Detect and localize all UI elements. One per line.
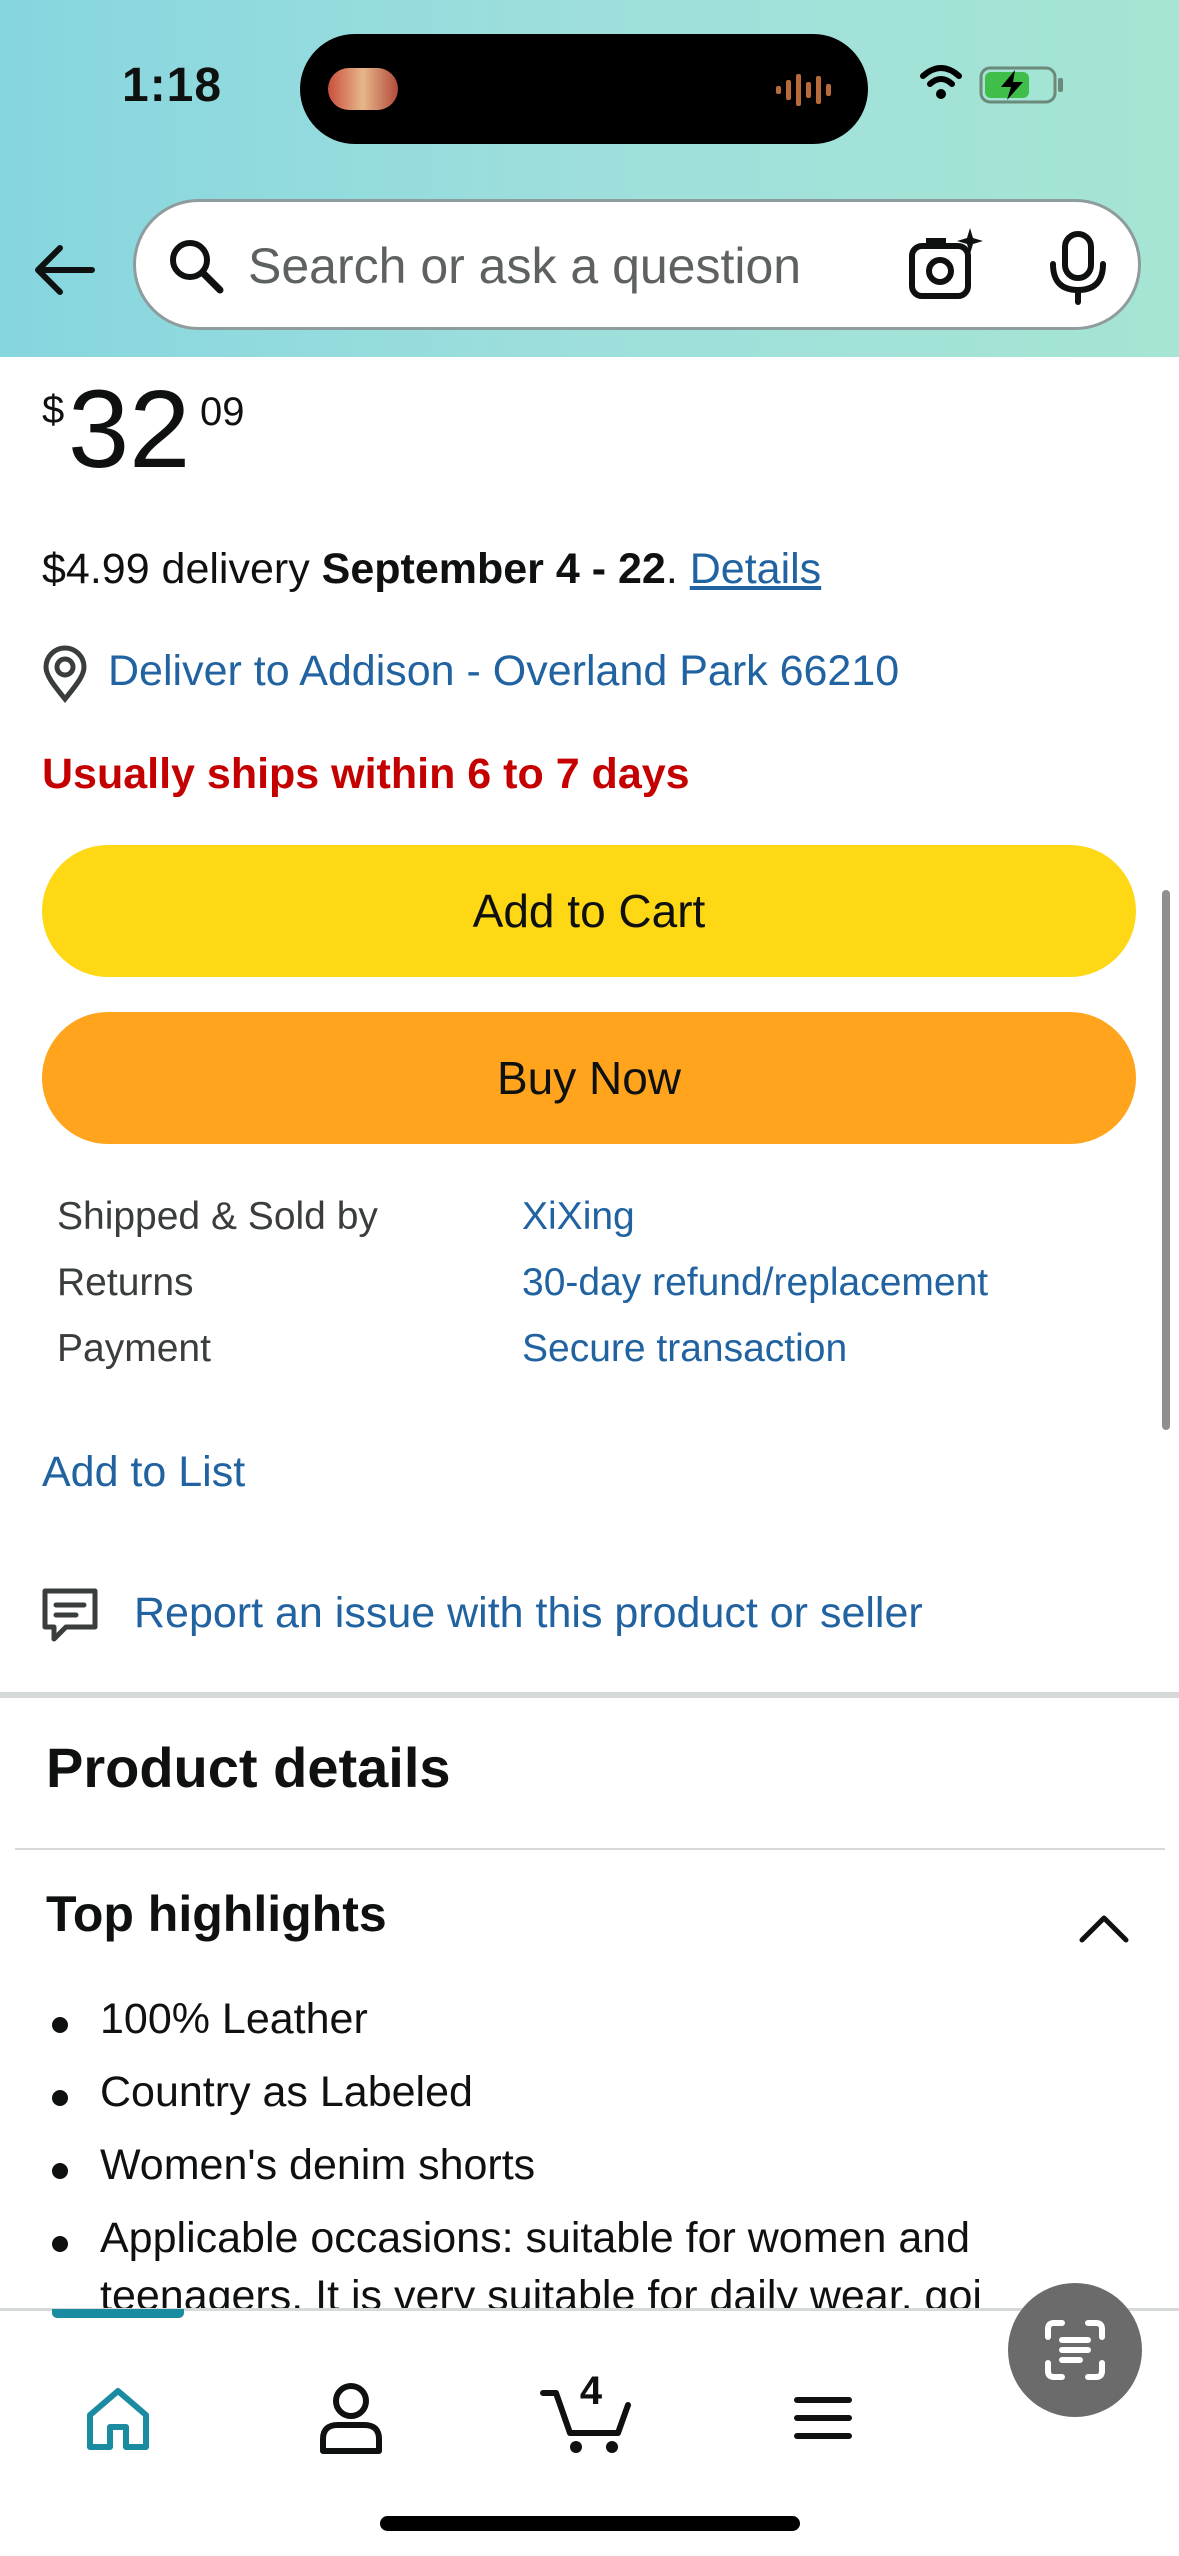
feedback-icon (42, 1588, 98, 1642)
search-icon (170, 240, 224, 294)
highlight-text: Women's denim shorts (100, 2141, 536, 2189)
status-time: 1:18 (122, 59, 223, 112)
cart-count-badge: 4 (579, 2369, 603, 2413)
bullet (52, 2163, 68, 2179)
bullet (52, 2236, 68, 2252)
buy-now-button[interactable]: Buy Now (42, 1012, 1136, 1144)
price-fraction: 09 (200, 390, 245, 434)
add-to-cart-button[interactable]: Add to Cart (42, 845, 1136, 977)
payment-link[interactable]: Secure transaction (522, 1327, 847, 1371)
report-issue-text[interactable]: Report an issue with this product or sel… (134, 1589, 923, 1638)
bullet (52, 2090, 68, 2106)
info-label: Returns (57, 1261, 194, 1304)
top-highlights-heading[interactable]: Top highlights (46, 1885, 387, 1943)
info-label: Payment (57, 1327, 211, 1370)
status-icons (920, 65, 1063, 104)
highlights-list: 100% Leather Country as Labeled Women's … (46, 1995, 1146, 2345)
search-input[interactable] (248, 226, 848, 306)
section-divider (15, 1848, 1165, 1850)
delivery-fee: $4.99 delivery (42, 545, 322, 593)
price-currency: $ (42, 388, 65, 432)
delivery-details-link[interactable]: Details (690, 545, 821, 593)
scan-text-icon (1045, 2320, 1105, 2380)
info-row-payment: Payment Secure transaction (57, 1327, 1117, 1393)
active-tab-indicator (52, 2309, 184, 2318)
deliver-to-text[interactable]: Deliver to Addison - Overland Park 66210 (108, 647, 899, 696)
home-icon[interactable] (82, 2383, 154, 2455)
bullet (52, 2017, 68, 2033)
highlight-text: Applicable occasions: suitable for women… (100, 2214, 971, 2262)
add-to-list-link[interactable]: Add to List (42, 1448, 245, 1497)
highlight-text: Country as Labeled (100, 2068, 473, 2116)
info-label: Shipped & Sold by (57, 1195, 378, 1238)
dynamic-island (300, 34, 868, 144)
profile-icon[interactable] (318, 2381, 384, 2455)
returns-link[interactable]: 30-day refund/replacement (522, 1261, 988, 1305)
product-details-heading: Product details (46, 1736, 451, 1799)
scrollbar[interactable] (1162, 890, 1170, 1430)
wifi-icon (920, 65, 962, 99)
section-divider (0, 1692, 1179, 1698)
list-item: Women's denim shorts (46, 2141, 1146, 2214)
home-indicator[interactable] (380, 2516, 800, 2531)
cart-button[interactable]: 4 (540, 2369, 634, 2457)
delivery-info: $4.99 delivery September 4 - 22. Details (42, 545, 821, 594)
menu-icon[interactable] (793, 2393, 853, 2443)
live-activity-avatar (328, 68, 398, 110)
info-row-shipped-sold: Shipped & Sold by XiXing (57, 1195, 1117, 1261)
chevron-up-icon[interactable] (1076, 1910, 1132, 1946)
camera-search-icon[interactable] (906, 226, 986, 306)
delivery-dates: September 4 - 22 (321, 545, 666, 593)
list-item: Country as Labeled (46, 2068, 1146, 2141)
seller-link[interactable]: XiXing (522, 1195, 635, 1239)
highlight-text: 100% Leather (100, 1995, 368, 2043)
list-item: Applicable occasions: suitable for women… (46, 2214, 1146, 2272)
list-item: 100% Leather (46, 1995, 1146, 2068)
header: 1:18 (0, 0, 1179, 357)
scan-button[interactable] (1008, 2283, 1142, 2417)
search-bar[interactable] (133, 199, 1141, 330)
shipping-notice: Usually ships within 6 to 7 days (42, 750, 690, 798)
info-row-returns: Returns 30-day refund/replacement (57, 1261, 1117, 1327)
seller-info-table: Shipped & Sold by XiXing Returns 30-day … (57, 1195, 1117, 1393)
audio-wave-icon (776, 74, 831, 106)
back-arrow-icon[interactable] (30, 235, 100, 305)
location-pin-icon (43, 645, 87, 703)
microphone-icon[interactable] (1043, 230, 1113, 306)
battery-icon (979, 66, 1063, 104)
price-whole: 32 (68, 368, 191, 491)
delivery-separator: . (665, 545, 690, 593)
